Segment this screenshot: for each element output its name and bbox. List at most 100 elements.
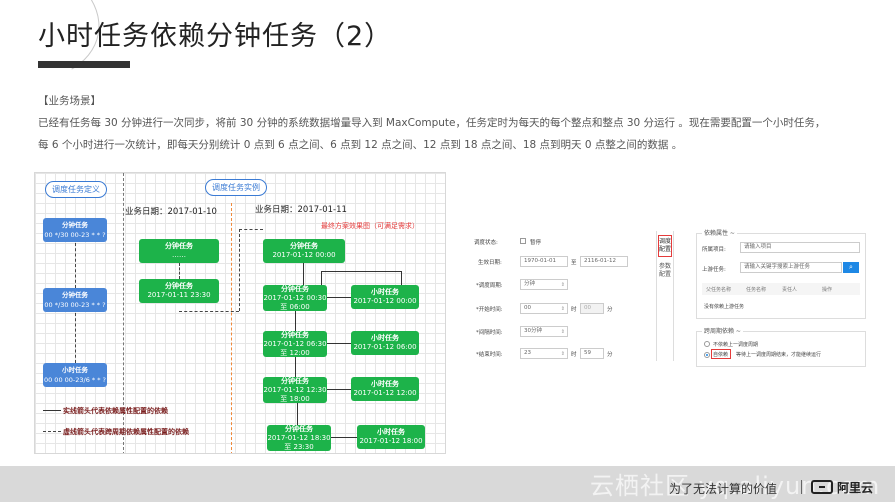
tab-param-config[interactable]: 参数配置 — [658, 263, 672, 279]
slide-title: 小时任务依赖分钟任务（2） — [38, 21, 393, 52]
day2-minute-task-1: 分钟任务 2017-01-12 00:00 — [263, 239, 345, 263]
task-title: 小时任务 — [371, 288, 399, 296]
def-title: 分钟任务 — [62, 221, 88, 229]
dependency-diagram: 调度任务定义 调度任务实例 业务日期：2017-01-10 业务日期：2017-… — [34, 172, 446, 454]
end-min-field[interactable]: 59 — [580, 348, 604, 359]
dep-line — [295, 311, 296, 331]
task-time: 2017-01-12 00:00 — [353, 297, 417, 305]
task-time: 2017-01-12 12:00 — [353, 389, 417, 397]
col-action: 操作 — [822, 286, 833, 293]
date-from-field[interactable]: 1970-01-01 — [520, 256, 568, 267]
task-time: 2017-01-12 18:00 — [359, 437, 423, 445]
logo-text: 阿里云 — [837, 481, 874, 495]
pause-checkbox[interactable] — [520, 238, 526, 244]
date-label: 生效日期: — [478, 260, 502, 266]
date-to-field[interactable]: 2116-01-12 — [580, 256, 628, 267]
def-minute-task-2: 分钟任务 00 */30 00-23 * * ? — [43, 288, 107, 312]
chevron-down-icon: ⇕ — [560, 351, 565, 357]
date-from-value: 1970-01-01 — [524, 258, 556, 264]
date-divider-line — [231, 203, 232, 453]
def-dep-line-2 — [75, 313, 76, 363]
self-dependency-desc: 等待上一调度周期结束，才能继续运行 — [736, 352, 822, 358]
day2-minute-task-5: 分钟任务 2017-01-12 18:30至 23:30 — [267, 425, 331, 451]
day2-hour-task-2: 小时任务 2017-01-12 06:00 — [351, 331, 419, 355]
period-value: 分钟 — [524, 281, 536, 287]
footer-separator — [801, 480, 802, 494]
end-hour-select[interactable]: 23 ⇕ — [520, 348, 568, 359]
date-label-day1: 业务日期：2017-01-10 — [125, 207, 217, 217]
tab-schedule-config[interactable]: 调度配置 — [658, 235, 672, 257]
def-dep-line-1 — [75, 243, 76, 288]
radio-no-dependency-label: 不依赖上一调度周期 — [713, 342, 759, 348]
col-owner: 责任人 — [782, 286, 798, 293]
dependency-group-title: 依赖属性 ~ — [702, 228, 737, 237]
task-time: …… — [172, 251, 186, 259]
start-hour-select[interactable]: 00 ⇕ — [520, 303, 568, 314]
section-label: 【业务场景】 — [38, 95, 101, 107]
date-to-value: 2116-01-12 — [584, 258, 616, 264]
task-title: 分钟任务 — [281, 376, 309, 385]
col-parent: 父任务名称 — [706, 286, 732, 293]
task-time: 2017-01-12 06:30至 12:00 — [263, 339, 327, 357]
hour-unit: 时 — [571, 307, 577, 313]
task-time: 2017-01-12 00:00 — [272, 251, 336, 259]
task-title: 分钟任务 — [165, 282, 193, 290]
task-time: 2017-01-11 23:30 — [147, 291, 211, 299]
title-underline — [38, 61, 130, 68]
project-placeholder: 请输入项目 — [744, 244, 772, 250]
day2-hour-task-3: 小时任务 2017-01-12 12:00 — [351, 377, 419, 401]
instance-pill: 调度任务实例 — [205, 179, 267, 196]
day2-hour-task-4: 小时任务 2017-01-12 18:00 — [357, 425, 425, 449]
search-button[interactable]: ⌕ — [843, 262, 859, 273]
task-time: 2017-01-12 00:30至 06:00 — [263, 293, 327, 311]
end-hour-value: 23 — [524, 350, 531, 356]
dep-line — [327, 297, 351, 298]
footer-slogan: 为了无法计算的价值 — [669, 482, 778, 496]
cross-period-group-title: 跨周期依赖 ~ — [702, 326, 743, 335]
start-hour-value: 00 — [524, 305, 531, 311]
cross-day-line-v — [239, 229, 240, 311]
upstream-table-header: 父任务名称 任务名称 责任人 操作 — [702, 283, 860, 295]
radio-no-dependency[interactable] — [704, 341, 710, 347]
project-input[interactable]: 请输入项目 — [740, 242, 860, 253]
interval-value: 30分钟 — [524, 328, 542, 334]
legend-solid-arrow — [43, 410, 61, 411]
day1-dep-line — [179, 263, 180, 279]
interval-select[interactable]: 30分钟 ⇕ — [520, 326, 568, 337]
legend-solid-text: 实线箭头代表依赖属性配置的依赖 — [63, 407, 168, 415]
day2-hour-task-1: 小时任务 2017-01-12 00:00 — [351, 285, 419, 309]
dep-line — [321, 271, 401, 272]
task-time: 2017-01-12 06:00 — [353, 343, 417, 351]
upstream-search-input[interactable]: 请输入关键字搜索上游任务 — [740, 262, 842, 273]
dep-line — [303, 263, 304, 285]
task-title: 分钟任务 — [281, 284, 309, 293]
start-min-field[interactable]: 00 — [580, 303, 604, 314]
start-min-value: 00 — [584, 305, 591, 311]
upstream-label: 上游任务: — [702, 267, 726, 273]
radio-self-dependency-label: 自依赖 — [713, 352, 729, 358]
radio-self-dependency[interactable] — [704, 352, 710, 358]
aliyun-logo-icon — [811, 480, 833, 494]
task-title: 分钟任务 — [165, 242, 193, 250]
col-task-name: 任务名称 — [746, 286, 767, 293]
paragraph-line-1: 已经有任务每 30 分钟进行一次同步，将前 30 分钟的系统数据增量导入到 Ma… — [38, 117, 826, 129]
task-title: 小时任务 — [377, 428, 405, 436]
def-title: 分钟任务 — [62, 291, 88, 299]
empty-upstream-text: 没有依赖上游任务 — [704, 304, 745, 310]
paragraph-line-2: 每 6 个小时进行一次统计，即每天分别统计 0 点到 6 点之间、6 点到 12… — [38, 139, 683, 151]
scenario-text: 【业务场景】 已经有任务每 30 分钟进行一次同步，将前 30 分钟的系统数据增… — [38, 90, 888, 156]
cross-day-line-h — [179, 311, 239, 312]
upstream-placeholder: 请输入关键字搜索上游任务 — [744, 264, 811, 270]
def-cron: 00 00 00-23/6 * * ? — [43, 376, 107, 384]
dep-line — [295, 357, 296, 377]
task-title: 分钟任务 — [290, 242, 318, 250]
def-hour-task: 小时任务 00 00 00-23/6 * * ? — [43, 363, 107, 387]
search-icon: ⌕ — [849, 263, 853, 271]
period-label: *调度周期: — [476, 283, 503, 289]
legend-dashed-text: 虚线箭头代表跨周期依赖属性配置的依赖 — [63, 428, 189, 436]
dep-line — [297, 403, 298, 425]
period-select[interactable]: 分钟 ⇕ — [520, 279, 568, 290]
min-unit: 分 — [607, 352, 613, 358]
dep-line — [327, 343, 351, 344]
day2-minute-task-3: 分钟任务 2017-01-12 06:30至 12:00 — [263, 331, 327, 357]
